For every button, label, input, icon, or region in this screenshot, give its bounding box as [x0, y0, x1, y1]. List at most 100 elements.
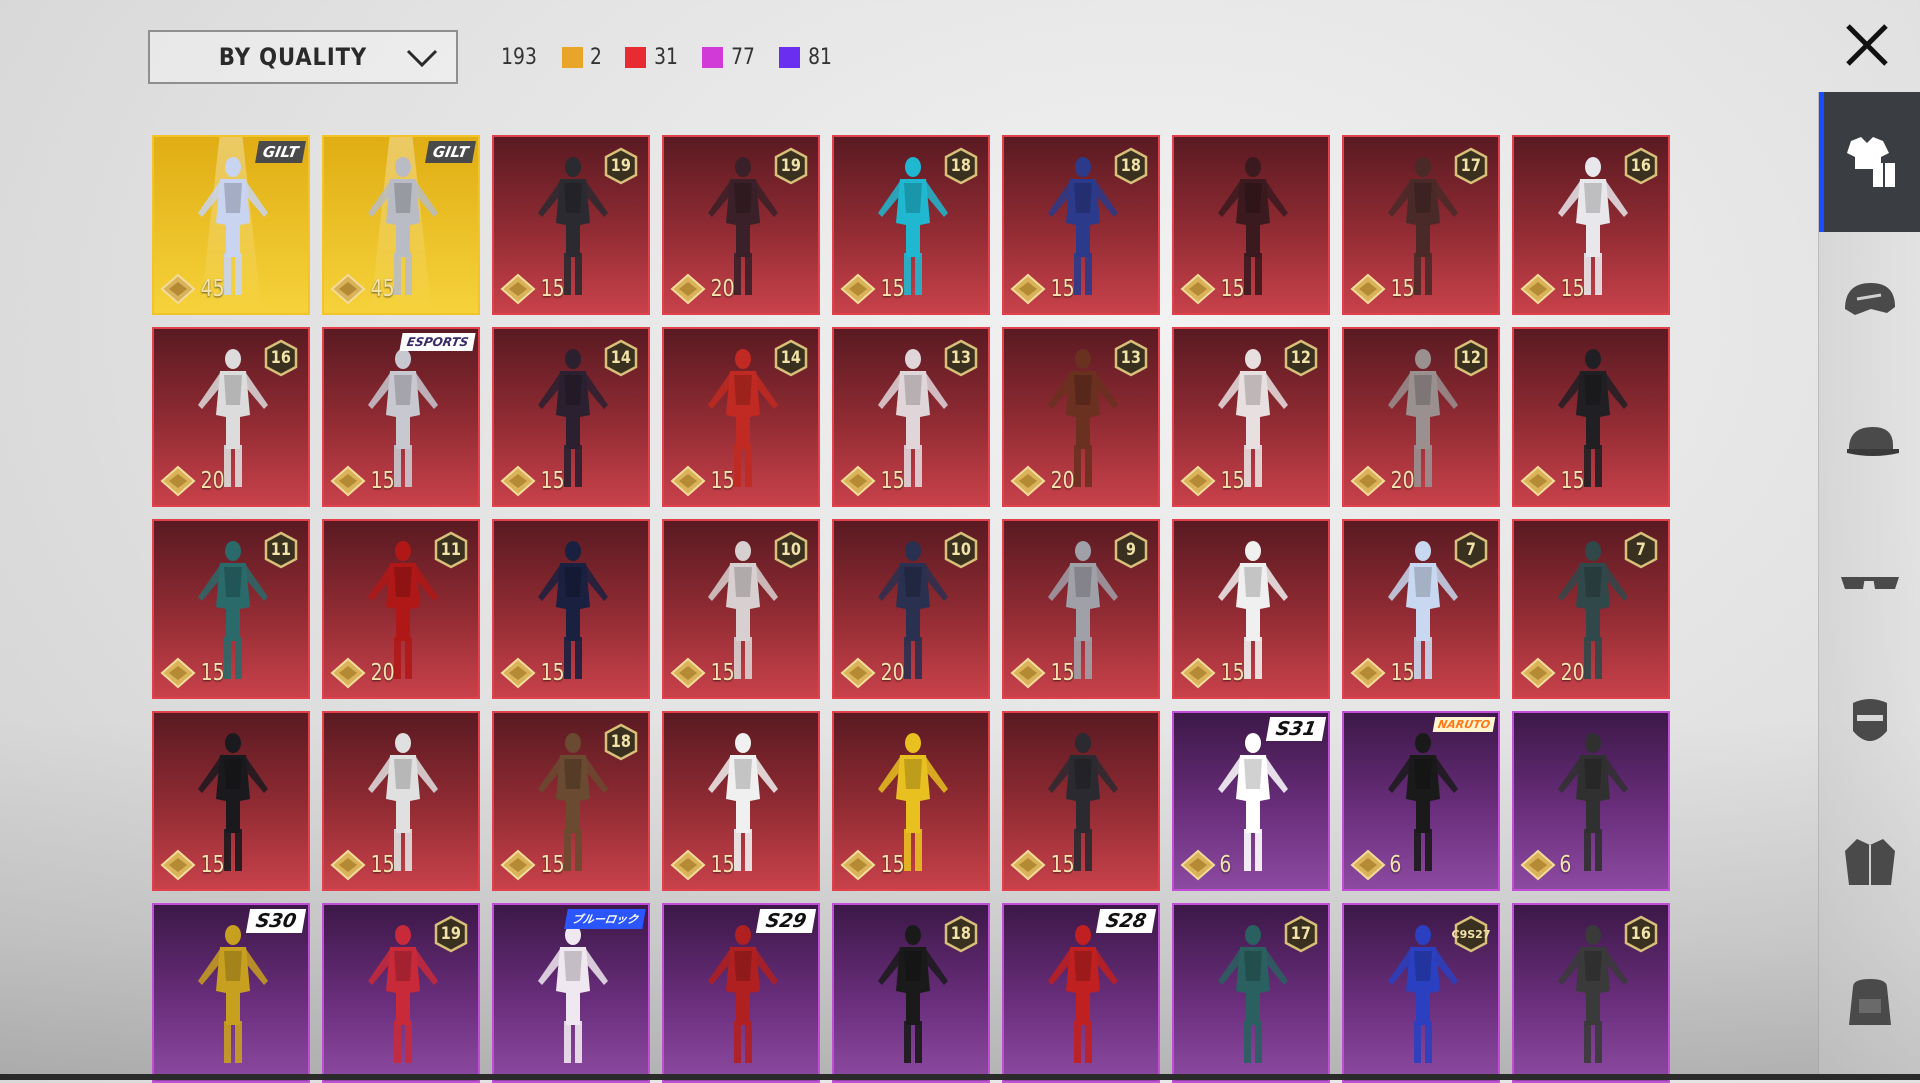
outfit-card[interactable]: 16 — [1512, 903, 1670, 1083]
close-icon[interactable] — [1840, 18, 1894, 72]
quality-swatch — [702, 46, 723, 68]
outfit-card[interactable]: 18 — [832, 903, 990, 1083]
outfit-card[interactable]: 7 15 — [1342, 519, 1500, 699]
cost-value: 6 — [1559, 852, 1572, 878]
outfit-card[interactable]: 19 — [322, 903, 480, 1083]
tab-helmets[interactable] — [1819, 232, 1920, 372]
outfit-card[interactable]: GILT 45 — [322, 135, 480, 315]
outfit-card[interactable]: 15 — [152, 711, 310, 891]
outfit-card[interactable]: NARUTO 6 — [1342, 711, 1500, 891]
outfit-card[interactable]: 15 — [1172, 519, 1330, 699]
outfit-card[interactable]: 17 15 — [1342, 135, 1500, 315]
tab-jackets[interactable] — [1819, 792, 1920, 932]
outfit-card[interactable]: 13 15 — [832, 327, 990, 507]
cost-value: 15 — [1390, 660, 1415, 686]
coin-icon — [1520, 465, 1556, 497]
collection-tag: S28 — [1095, 909, 1157, 933]
item-cost: 15 — [500, 465, 567, 497]
outfit-card[interactable]: 19 15 — [492, 135, 650, 315]
rank-badge: 17 — [1452, 147, 1490, 185]
rank-value: 14 — [780, 348, 802, 368]
coin-icon — [1180, 849, 1216, 881]
outfit-card[interactable]: 16 15 — [1512, 135, 1670, 315]
outfit-card[interactable]: 14 15 — [492, 327, 650, 507]
outfit-card[interactable]: 18 15 — [1002, 135, 1160, 315]
outfit-card[interactable]: 16 20 — [152, 327, 310, 507]
outfit-card[interactable]: S30 — [152, 903, 310, 1083]
rank-value: C9S27 — [1451, 927, 1491, 941]
item-cost: 20 — [1350, 465, 1417, 497]
tab-hats[interactable] — [1819, 372, 1920, 512]
tab-outfits[interactable] — [1819, 92, 1920, 232]
outfit-card[interactable]: ブルーロック — [492, 903, 650, 1083]
outfit-card[interactable]: 15 — [322, 711, 480, 891]
outfit-card[interactable]: ESPORTS 15 — [322, 327, 480, 507]
outfit-card[interactable]: 15 — [1512, 327, 1670, 507]
cost-value: 20 — [1390, 468, 1415, 494]
outfit-card[interactable]: 10 20 — [832, 519, 990, 699]
item-cost: 15 — [160, 657, 227, 689]
coin-icon — [670, 849, 706, 881]
outfit-card[interactable]: 12 15 — [1172, 327, 1330, 507]
outfit-card[interactable]: 18 15 — [832, 135, 990, 315]
outfit-card[interactable]: 12 20 — [1342, 327, 1500, 507]
cost-value: 15 — [710, 660, 735, 686]
outfit-card[interactable]: 17 — [1172, 903, 1330, 1083]
cost-value: 15 — [1220, 276, 1245, 302]
outfit-card[interactable]: C9S27 — [1342, 903, 1500, 1083]
tab-masks[interactable] — [1819, 652, 1920, 792]
cost-value: 15 — [710, 852, 735, 878]
rank-value: 10 — [950, 540, 972, 560]
item-cost: 20 — [1010, 465, 1077, 497]
outfit-card[interactable]: 15 — [492, 519, 650, 699]
cost-value: 15 — [1390, 276, 1415, 302]
rank-badge: 12 — [1452, 339, 1490, 377]
coin-icon — [330, 849, 366, 881]
outfit-card[interactable]: 15 — [662, 711, 820, 891]
outfit-card[interactable]: GILT 45 — [152, 135, 310, 315]
rank-value: 17 — [1290, 924, 1312, 944]
mask-icon — [1853, 699, 1887, 741]
outfit-card[interactable]: 11 20 — [322, 519, 480, 699]
rank-badge: 18 — [942, 915, 980, 953]
cap-icon — [1847, 427, 1899, 456]
outfit-card[interactable]: 7 20 — [1512, 519, 1670, 699]
item-cost: 15 — [330, 849, 397, 881]
cost-value: 15 — [1050, 660, 1075, 686]
cost-value: 20 — [200, 468, 225, 494]
coin-icon — [330, 273, 366, 305]
rank-value: 18 — [610, 732, 632, 752]
quality-swatch — [779, 46, 800, 68]
outfit-card[interactable]: 19 20 — [662, 135, 820, 315]
tab-glasses[interactable] — [1819, 512, 1920, 652]
coin-icon — [1180, 273, 1216, 305]
item-cost: 15 — [1010, 657, 1077, 689]
outfit-card[interactable]: 13 20 — [1002, 327, 1160, 507]
outfit-card[interactable]: S28 — [1002, 903, 1160, 1083]
outfit-card[interactable]: 18 15 — [492, 711, 650, 891]
item-cost: 15 — [1180, 657, 1247, 689]
sort-dropdown[interactable]: BY QUALITY — [148, 30, 458, 84]
outfit-card[interactable]: 15 — [1172, 135, 1330, 315]
rank-badge: C9S27 — [1452, 915, 1490, 953]
quality-count-legendary: 31 — [625, 45, 680, 70]
outfit-card[interactable]: 14 15 — [662, 327, 820, 507]
outfit-card[interactable]: 9 15 — [1002, 519, 1160, 699]
outfit-card[interactable]: 15 — [832, 711, 990, 891]
outfit-card[interactable]: 10 15 — [662, 519, 820, 699]
rank-value: 7 — [1465, 540, 1477, 560]
quality-count-mythic: 2 — [562, 45, 603, 70]
outfit-card[interactable]: 11 15 — [152, 519, 310, 699]
outfit-card[interactable]: 15 — [1002, 711, 1160, 891]
cost-value: 15 — [710, 468, 735, 494]
cost-value: 15 — [880, 852, 905, 878]
rank-badge: 16 — [1622, 915, 1660, 953]
outfit-card[interactable]: S29 — [662, 903, 820, 1083]
outfit-card[interactable]: 6 — [1512, 711, 1670, 891]
collection-tag: ESPORTS — [399, 333, 476, 351]
outfit-card[interactable]: S31 6 — [1172, 711, 1330, 891]
rank-value: 12 — [1460, 348, 1482, 368]
chevron-down-icon — [406, 49, 438, 68]
tab-backpacks[interactable] — [1819, 932, 1920, 1072]
cost-value: 15 — [370, 468, 395, 494]
